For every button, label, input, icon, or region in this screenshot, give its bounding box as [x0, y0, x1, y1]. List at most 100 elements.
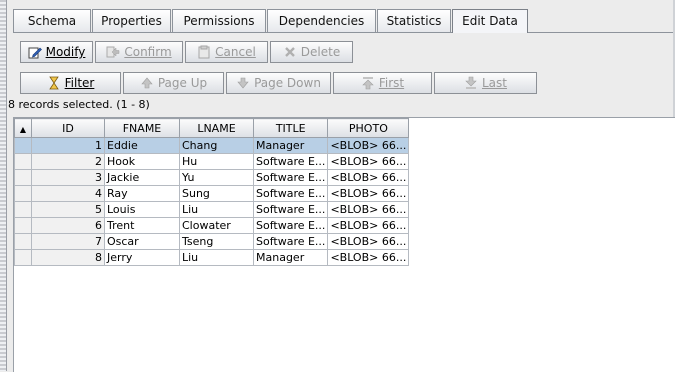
arrow-down-icon: [236, 76, 250, 90]
tab-edit-data[interactable]: Edit Data: [452, 9, 528, 33]
modify-label: Modify: [45, 45, 86, 59]
cell-title[interactable]: Software E...: [252, 185, 329, 202]
table-row[interactable]: 1 Eddie Chang Manager <BLOB> 66...: [14, 137, 410, 154]
cell-lname[interactable]: Clowater: [179, 217, 254, 234]
tab-divider: [13, 32, 673, 33]
confirm-button[interactable]: Confirm: [95, 41, 183, 63]
last-label: Last: [482, 76, 507, 90]
cell-photo[interactable]: <BLOB> 66...: [327, 233, 410, 250]
row-selector[interactable]: [14, 249, 32, 266]
filter-button[interactable]: Filter: [20, 72, 121, 94]
row-selector[interactable]: [14, 185, 32, 202]
tab-schema[interactable]: Schema: [13, 9, 91, 32]
table-row[interactable]: 6 Trent Clowater Software E... <BLOB> 66…: [14, 217, 410, 234]
cell-title[interactable]: Software E...: [252, 233, 329, 250]
delete-label: Delete: [300, 45, 341, 59]
results-table: ▲ ID FNAME LNAME TITLE PHOTO 1 Eddie Cha…: [14, 118, 410, 266]
cell-id[interactable]: 2: [31, 153, 105, 170]
row-selector[interactable]: [14, 137, 32, 154]
confirm-arrow-icon: [106, 45, 120, 59]
delete-x-icon: [283, 45, 297, 59]
arrow-last-icon: [464, 76, 478, 90]
cancel-button[interactable]: Cancel: [185, 41, 268, 63]
table-row[interactable]: 5 Louis Liu Software E... <BLOB> 66...: [14, 201, 410, 218]
row-selector[interactable]: [14, 169, 32, 186]
cell-lname[interactable]: Hu: [179, 153, 254, 170]
first-button[interactable]: First: [333, 72, 432, 94]
cell-lname[interactable]: Liu: [179, 249, 254, 266]
table-row[interactable]: 3 Jackie Yu Software E... <BLOB> 66...: [14, 169, 410, 186]
sort-corner[interactable]: ▲: [14, 118, 32, 138]
column-header-fname[interactable]: FNAME: [104, 118, 180, 138]
cell-photo[interactable]: <BLOB> 66...: [327, 217, 410, 234]
cell-fname[interactable]: Hook: [104, 153, 180, 170]
edit-pencil-icon: [28, 45, 42, 59]
filter-label: Filter: [64, 76, 95, 90]
arrow-up-icon: [140, 76, 154, 90]
hourglass-filter-icon: [47, 76, 61, 90]
cell-lname[interactable]: Sung: [179, 185, 254, 202]
cell-photo[interactable]: <BLOB> 66...: [327, 137, 410, 154]
cell-lname[interactable]: Tseng: [179, 233, 254, 250]
cell-lname[interactable]: Chang: [179, 137, 254, 154]
cell-photo[interactable]: <BLOB> 66...: [327, 201, 410, 218]
cell-id[interactable]: 6: [31, 217, 105, 234]
sort-indicator-icon: ▲: [19, 124, 27, 134]
cell-fname[interactable]: Oscar: [104, 233, 180, 250]
cell-id[interactable]: 4: [31, 185, 105, 202]
table-row[interactable]: 2 Hook Hu Software E... <BLOB> 66...: [14, 153, 410, 170]
cell-photo[interactable]: <BLOB> 66...: [327, 153, 410, 170]
column-header-id[interactable]: ID: [31, 118, 105, 138]
cell-lname[interactable]: Liu: [179, 201, 254, 218]
cell-title[interactable]: Manager: [252, 137, 329, 154]
tab-permissions[interactable]: Permissions: [172, 9, 266, 32]
cell-photo[interactable]: <BLOB> 66...: [327, 169, 410, 186]
cell-id[interactable]: 3: [31, 169, 105, 186]
cell-photo[interactable]: <BLOB> 66...: [327, 185, 410, 202]
table-row[interactable]: 8 Jerry Liu Manager <BLOB> 66...: [14, 249, 410, 266]
cancel-clipboard-icon: [197, 45, 211, 59]
splitter-handle[interactable]: [0, 0, 7, 371]
page-down-label: Page Down: [254, 76, 321, 90]
cell-photo[interactable]: <BLOB> 66...: [327, 249, 410, 266]
row-selector[interactable]: [14, 201, 32, 218]
delete-button[interactable]: Delete: [270, 41, 353, 63]
cell-id[interactable]: 1: [31, 137, 105, 154]
column-header-photo[interactable]: PHOTO: [327, 118, 410, 138]
page-down-button[interactable]: Page Down: [226, 72, 331, 94]
page-up-button[interactable]: Page Up: [123, 72, 224, 94]
row-selector[interactable]: [14, 217, 32, 234]
status-text: 8 records selected. (1 - 8): [8, 98, 150, 111]
data-grid[interactable]: ▲ ID FNAME LNAME TITLE PHOTO 1 Eddie Cha…: [13, 117, 675, 372]
last-button[interactable]: Last: [434, 72, 537, 94]
cell-id[interactable]: 7: [31, 233, 105, 250]
cell-title[interactable]: Software E...: [252, 153, 329, 170]
arrow-first-icon: [361, 76, 375, 90]
cell-fname[interactable]: Ray: [104, 185, 180, 202]
cell-title[interactable]: Software E...: [252, 169, 329, 186]
cell-lname[interactable]: Yu: [179, 169, 254, 186]
cell-fname[interactable]: Jerry: [104, 249, 180, 266]
cell-fname[interactable]: Trent: [104, 217, 180, 234]
cell-id[interactable]: 5: [31, 201, 105, 218]
cell-fname[interactable]: Eddie: [104, 137, 180, 154]
tab-properties[interactable]: Properties: [92, 9, 171, 32]
modify-button[interactable]: Modify: [20, 41, 93, 63]
tab-statistics[interactable]: Statistics: [377, 9, 451, 32]
cell-title[interactable]: Software E...: [252, 201, 329, 218]
header-row: ▲ ID FNAME LNAME TITLE PHOTO: [14, 118, 410, 138]
table-row[interactable]: 4 Ray Sung Software E... <BLOB> 66...: [14, 185, 410, 202]
cell-id[interactable]: 8: [31, 249, 105, 266]
row-selector[interactable]: [14, 233, 32, 250]
page-up-label: Page Up: [157, 76, 208, 90]
cell-title[interactable]: Software E...: [252, 217, 329, 234]
column-header-lname[interactable]: LNAME: [179, 118, 254, 138]
cell-title[interactable]: Manager: [252, 249, 329, 266]
row-selector[interactable]: [14, 153, 32, 170]
cancel-label: Cancel: [215, 45, 256, 59]
cell-fname[interactable]: Louis: [104, 201, 180, 218]
tab-dependencies[interactable]: Dependencies: [267, 9, 376, 32]
column-header-title[interactable]: TITLE: [252, 118, 329, 138]
cell-fname[interactable]: Jackie: [104, 169, 180, 186]
table-row[interactable]: 7 Oscar Tseng Software E... <BLOB> 66...: [14, 233, 410, 250]
